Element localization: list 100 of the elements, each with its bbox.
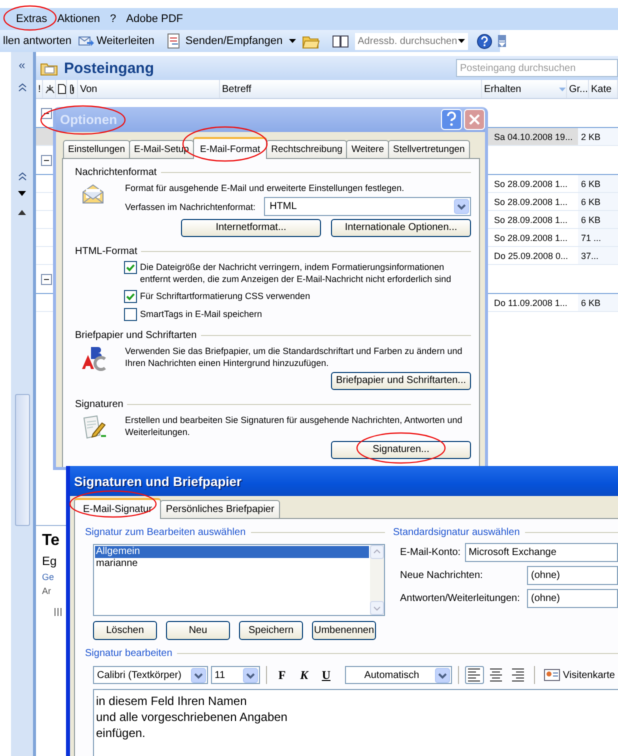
received-cell-text: Do 11.09.2008 1...	[493, 298, 568, 308]
tab[interactable]: Rechtschreibung	[266, 140, 348, 158]
subject-column[interactable]: Betreff	[220, 80, 482, 98]
size-cell: 6 KB	[578, 193, 618, 210]
color-select[interactable]: Automatisch	[344, 666, 452, 684]
checkbox[interactable]	[124, 308, 137, 321]
account-select[interactable]: (ohne)	[527, 566, 618, 585]
description-text: Format für ausgehende E-Mail und erweiterte Einstellungen festlegen.	[125, 182, 406, 194]
send-receive-button[interactable]: Senden/Empfangen	[163, 33, 286, 49]
forward-button[interactable]: Weiterleiten	[74, 34, 158, 48]
chevron-up-icon[interactable]	[18, 83, 26, 92]
dialog-button[interactable]: Signaturen...	[331, 441, 471, 459]
business-card-button[interactable]: Visitenkarte	[540, 669, 618, 681]
checkbox-label[interactable]: Die Dateigröße der Nachricht verringern, indem Formatierungsinformationen entfernt werden, die zum Anzeigen der E-Mail-Nachricht nicht erforderlich sind	[140, 261, 471, 285]
tab[interactable]: Einstellungen	[63, 140, 130, 158]
menu-item[interactable]: Adobe PDF	[121, 13, 188, 25]
size-cell: 6 KB	[578, 175, 618, 192]
caret-up-icon[interactable]	[18, 210, 26, 215]
reading-pane-text: Te	[42, 532, 60, 550]
dialog-button[interactable]: Neu	[166, 621, 230, 640]
received-cell-text: Sa 04.10.2008 19...	[493, 132, 574, 142]
account-select[interactable]: (ohne)	[527, 589, 618, 608]
italic-button[interactable]: K	[294, 666, 314, 684]
size-cell: 71 ...	[578, 229, 618, 246]
caret-icon	[458, 39, 465, 43]
checkbox-label[interactable]: SmartTags in E-Mail speichern	[140, 308, 262, 320]
dialog-title: Signaturen und Briefpapier	[74, 474, 242, 488]
scrollbar-thumb[interactable]	[14, 394, 30, 526]
checkbox[interactable]	[124, 290, 137, 303]
sender-column[interactable]: Von	[78, 80, 220, 98]
dialog-button[interactable]: Speichern	[239, 621, 303, 640]
pen-paper-icon	[81, 414, 107, 440]
dialog-button[interactable]: Briefpapier und Schriftarten...	[331, 372, 471, 390]
signature-item[interactable]: Allgemein	[95, 546, 369, 558]
menu-item[interactable]: ?	[105, 13, 122, 25]
font-select[interactable]: Calibri (Textkörper)	[93, 666, 208, 684]
signature-editor[interactable]: in diesem Feld Ihren Namen und alle vorgeschriebenen Angaben einfügen.	[93, 689, 618, 756]
bold-button[interactable]: F	[272, 666, 292, 684]
folder-title: Posteingang	[64, 60, 154, 76]
editor-line: in diesem Feld Ihren Namen	[96, 693, 247, 709]
size-cell: 2 KB	[578, 128, 618, 145]
dialog-button[interactable]: Umbenennen	[312, 621, 376, 640]
menu-item[interactable]: Extras	[11, 13, 52, 25]
inbox-search-field[interactable]: Posteingang durchsuchen	[456, 59, 618, 77]
account-select[interactable]: Microsoft Exchange	[464, 543, 618, 562]
collapse-icon[interactable]	[41, 274, 52, 284]
caret-down-icon[interactable]	[18, 191, 26, 196]
business-card-icon	[544, 669, 560, 681]
size-cell: 37...	[578, 247, 618, 264]
section-heading: Briefpapier und Schriftarten	[75, 330, 197, 341]
underline-button[interactable]: U	[316, 666, 336, 684]
signature-list[interactable]: Allgemein marianne	[93, 544, 385, 616]
address-book-icon[interactable]	[332, 34, 349, 48]
collapse-button[interactable]: «	[11, 55, 33, 75]
editor-line: einfügen.	[96, 725, 146, 741]
size-cell: 6 KB	[578, 294, 618, 311]
tab[interactable]: Persönliches Briefpapier	[160, 500, 280, 518]
section-heading: Standardsignatur auswählen	[393, 526, 520, 538]
attachment-icon	[69, 84, 75, 94]
size-select[interactable]: 11	[210, 666, 260, 684]
checkbox[interactable]	[124, 261, 137, 274]
size-column[interactable]: Gr...	[567, 80, 589, 98]
menu-item[interactable]: Aktionen	[52, 13, 105, 25]
document-icon	[58, 84, 66, 94]
tab[interactable]: Weitere	[346, 140, 389, 158]
grip-icon	[54, 608, 62, 616]
editor-line: und alle vorgeschriebenen Angaben	[96, 709, 288, 725]
category-column[interactable]: Kate	[589, 80, 618, 98]
description-text: Erstellen und bearbeiten Sie Signaturen für ausgehende Nachrichten, Antworten und Weiterleitungen.	[125, 414, 464, 438]
link[interactable]: Ge	[42, 572, 54, 582]
dialog-button[interactable]: Internationale Optionen...	[331, 219, 471, 237]
field-label: E-Mail-Konto:	[400, 547, 461, 558]
annotation-ellipse	[3, 5, 57, 31]
description-text: Verwenden Sie das Briefpapier, um die Standardschriftart und Farben zu ändern und Ihren Nachrichten einen Hintergrund hinzuzufügen.	[125, 345, 464, 369]
tab[interactable]: E-Mail-Format	[192, 137, 268, 159]
help-button[interactable]	[441, 109, 462, 130]
field-label: Verfassen im Nachrichtenformat:	[125, 200, 256, 212]
help-icon[interactable]	[476, 34, 492, 48]
signature-item[interactable]: marianne	[95, 558, 369, 570]
inbox-icon	[40, 60, 58, 76]
checkbox-label[interactable]: Für Schriftartformatierung CSS verwenden	[140, 290, 310, 302]
chevron-up-icon[interactable]	[18, 172, 26, 181]
dialog-button[interactable]: Löschen	[93, 621, 157, 640]
reading-pane-text: Ar	[42, 586, 51, 596]
collapse-icon[interactable]	[41, 154, 52, 166]
dialog-button[interactable]: Internetformat...	[181, 219, 321, 237]
received-cell-text: So 28.09.2008 1...	[493, 196, 569, 206]
reply-all-button[interactable]: llen antworten	[0, 35, 74, 47]
received-cell-text: So 28.09.2008 1...	[493, 178, 569, 188]
font-icon	[81, 345, 107, 371]
importance-column[interactable]: !	[36, 80, 43, 98]
align-left-button[interactable]	[464, 666, 484, 684]
received-column[interactable]: Erhalten	[482, 80, 567, 98]
size-cell: 6 KB	[578, 211, 618, 228]
overflow-icon[interactable]	[498, 35, 506, 47]
tab[interactable]: E-Mail-Signatur	[74, 498, 161, 519]
tab[interactable]: Stellvertretungen	[388, 140, 470, 158]
address-search-field[interactable]: Adressb. durchsuchen	[354, 32, 468, 50]
format-select[interactable]: HTML	[264, 197, 471, 216]
received-cell-text: Do 25.09.2008 0...	[493, 250, 570, 260]
